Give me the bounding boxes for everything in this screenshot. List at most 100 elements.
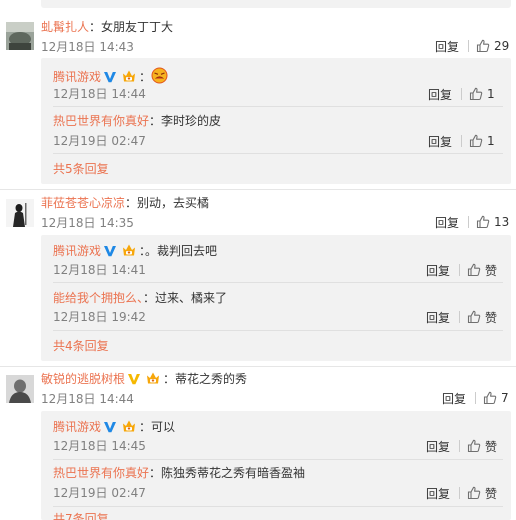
like-button[interactable]: 7 xyxy=(483,391,509,405)
comment-username[interactable]: 虬髯扎人 xyxy=(41,20,89,34)
reply-actions: 回复 赞 xyxy=(426,438,497,454)
reply-text: ：陈独秀蒂花之秀有暗香盈袖 xyxy=(149,466,306,480)
reply-time: 12月19日 02:47 xyxy=(53,134,146,148)
action-divider xyxy=(475,392,477,404)
reply-button[interactable]: 回复 xyxy=(426,438,450,455)
reply-button[interactable]: 回复 xyxy=(442,390,466,407)
reply-text: ：李时珍的皮 xyxy=(149,114,222,128)
angry-face-emoji xyxy=(151,67,168,84)
reply-button[interactable]: 回复 xyxy=(435,214,459,231)
reply-text: ：可以 xyxy=(139,420,176,434)
like-button[interactable]: 29 xyxy=(476,39,509,53)
reply-divider xyxy=(53,153,503,154)
reply-username[interactable]: 腾讯游戏 xyxy=(53,244,101,258)
more-replies-link[interactable]: 共5条回复 xyxy=(53,162,109,176)
thumbs-up-icon xyxy=(476,39,490,53)
like-count: 1 xyxy=(487,87,495,101)
reply-username[interactable]: 腾讯游戏 xyxy=(53,420,101,434)
comment-divider xyxy=(0,189,516,190)
reply-button[interactable]: 回复 xyxy=(426,309,450,326)
reply-username[interactable]: 热巴世界有你真好 xyxy=(53,466,149,480)
action-divider xyxy=(468,40,470,52)
thumbs-up-icon xyxy=(476,215,490,229)
reply-username[interactable]: 能给我个拥抱么、 xyxy=(53,291,143,305)
comment-line: 敏锐的逃脱树根 ：蒂花之秀的秀 xyxy=(41,371,247,387)
like-count: 1 xyxy=(487,134,495,148)
reply-button[interactable]: 回复 xyxy=(428,133,452,150)
avatar[interactable] xyxy=(6,22,34,50)
avatar[interactable] xyxy=(6,375,34,403)
comment-actions: 回复 13 xyxy=(435,214,509,230)
previous-comment-box xyxy=(41,0,511,8)
reply-time: 12月18日 19:42 xyxy=(53,310,146,324)
like-label: 赞 xyxy=(485,439,498,454)
reply-actions: 回复 赞 xyxy=(426,485,497,501)
reply-text: ：过来、橘来了 xyxy=(143,291,228,305)
comment-divider xyxy=(0,366,516,367)
like-label: 赞 xyxy=(485,310,498,325)
comment-actions: 回复 29 xyxy=(435,38,509,54)
action-divider xyxy=(461,135,463,147)
more-replies-link[interactable]: 共7条回复 xyxy=(53,512,109,520)
reply-text: ： xyxy=(139,70,152,84)
thumbs-up-icon xyxy=(469,134,483,148)
comment-time: 12月18日 14:35 xyxy=(41,216,134,230)
reply-time: 12月18日 14:41 xyxy=(53,263,146,277)
reply-button[interactable]: 回复 xyxy=(426,485,450,502)
like-button[interactable]: 赞 xyxy=(467,485,497,502)
like-label: 赞 xyxy=(485,263,498,278)
like-button[interactable]: 1 xyxy=(469,87,495,101)
action-divider xyxy=(459,264,461,276)
like-button[interactable]: 1 xyxy=(469,134,495,148)
reply-username[interactable]: 腾讯游戏 xyxy=(53,70,101,84)
action-divider xyxy=(459,311,461,323)
comment-text: ：别动，去买橘 xyxy=(125,196,210,210)
reply-username[interactable]: 热巴世界有你真好 xyxy=(53,114,149,128)
verified-v-icon xyxy=(103,421,117,433)
gold-v-icon xyxy=(127,373,141,385)
reply-divider xyxy=(53,106,503,107)
reply-time: 12月18日 14:44 xyxy=(53,87,146,101)
verified-v-icon xyxy=(103,245,117,257)
thumbs-up-icon xyxy=(467,439,481,453)
like-button[interactable]: 13 xyxy=(476,215,509,229)
reply-button[interactable]: 回复 xyxy=(435,38,459,55)
reply-button[interactable]: 回复 xyxy=(426,262,450,279)
reply-actions: 回复 赞 xyxy=(426,309,497,325)
comment-username[interactable]: 菲莅苍苍心凉凉 xyxy=(41,196,125,210)
like-count: 13 xyxy=(494,215,510,229)
comment-text: ：女朋友丁丁大 xyxy=(89,20,174,34)
comment-time: 12月18日 14:43 xyxy=(41,40,134,54)
like-count: 7 xyxy=(501,391,509,405)
reply-line: 腾讯游戏 ：可以 xyxy=(53,419,175,435)
like-button[interactable]: 赞 xyxy=(467,262,497,279)
comment-username[interactable]: 敏锐的逃脱树根 xyxy=(41,372,125,386)
reply-time: 12月18日 14:45 xyxy=(53,439,146,453)
action-divider xyxy=(459,440,461,452)
comment-text: ：蒂花之秀的秀 xyxy=(163,372,248,386)
reply-divider xyxy=(53,330,503,331)
reply-text: ：。裁判回去吧 xyxy=(139,244,218,258)
action-divider xyxy=(468,216,470,228)
like-count: 29 xyxy=(494,39,510,53)
like-button[interactable]: 赞 xyxy=(467,438,497,455)
reply-line: 腾讯游戏 ： xyxy=(53,67,168,85)
verified-v-icon xyxy=(103,71,117,83)
reply-line: 热巴世界有你真好：陈独秀蒂花之秀有暗香盈袖 xyxy=(53,465,305,481)
reply-button[interactable]: 回复 xyxy=(428,86,452,103)
like-button[interactable]: 赞 xyxy=(467,309,497,326)
gold-badge-icon xyxy=(121,419,137,433)
reply-divider xyxy=(53,459,503,460)
reply-time: 12月19日 02:47 xyxy=(53,486,146,500)
avatar[interactable] xyxy=(6,199,34,227)
thumbs-up-icon xyxy=(483,391,497,405)
comment-line: 菲莅苍苍心凉凉：别动，去买橘 xyxy=(41,195,209,211)
reply-actions: 回复 1 xyxy=(428,86,495,102)
reply-line: 热巴世界有你真好：李时珍的皮 xyxy=(53,113,221,129)
more-replies-link[interactable]: 共4条回复 xyxy=(53,339,109,353)
action-divider xyxy=(461,88,463,100)
reply-actions: 回复 1 xyxy=(428,133,495,149)
thumbs-up-icon xyxy=(467,486,481,500)
reply-divider xyxy=(53,282,503,283)
gold-badge-icon xyxy=(121,69,137,83)
